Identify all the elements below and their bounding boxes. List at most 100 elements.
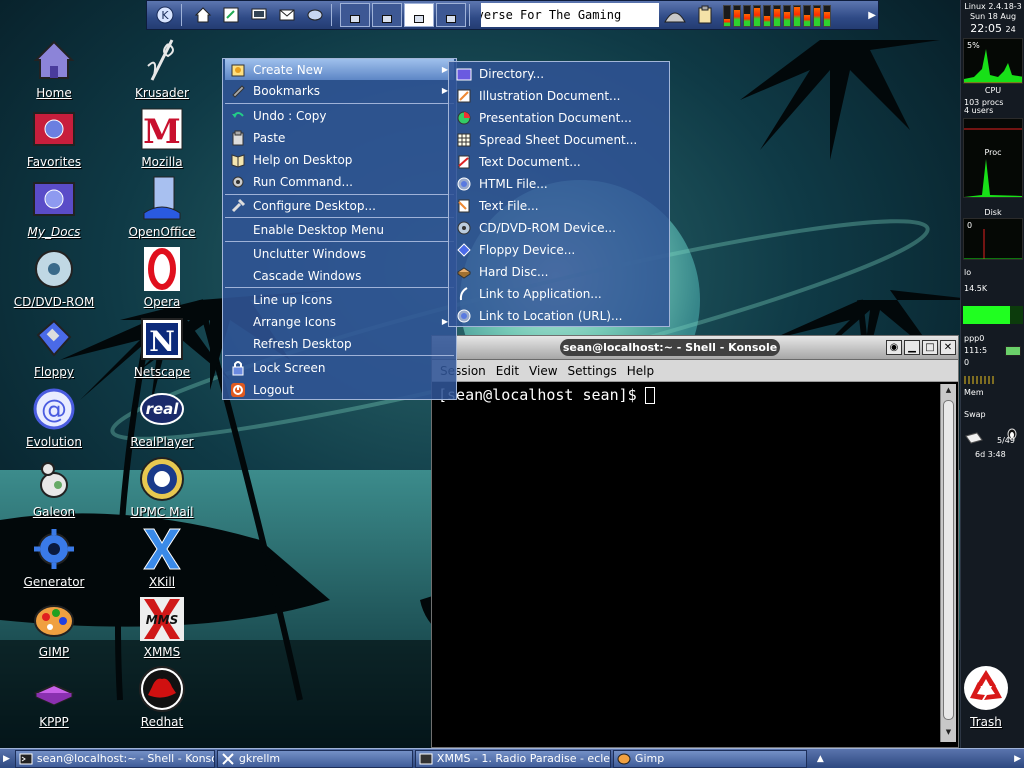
desktop-icon-label: Opera xyxy=(143,295,181,309)
menu-item-undo[interactable]: Undo : Copy xyxy=(225,105,454,126)
task-label: Gimp xyxy=(634,752,665,765)
desktop-icon-galeon[interactable]: Galeon xyxy=(4,455,104,519)
maximize-button[interactable]: □ xyxy=(922,340,938,355)
konsole-titlebar[interactable]: sean@localhost:~ - Shell - Konsole ◉ ▁ □… xyxy=(432,336,958,360)
taskbar-scroll-icon[interactable]: ▶ xyxy=(3,754,10,764)
task-xmms[interactable]: XMMS - 1. Radio Paradise - eclectic xyxy=(414,749,611,768)
desktop-icon-xmms[interactable]: MMS XMMS xyxy=(112,595,212,659)
submenu-item-text-document[interactable]: Text Document... xyxy=(451,151,667,172)
submenu-item-directory[interactable]: Directory... xyxy=(451,63,667,84)
submenu-item-text-file[interactable]: Text File... xyxy=(451,195,667,216)
kde-menu-icon[interactable]: K xyxy=(153,3,177,27)
task-gkrellm[interactable]: gkrellm xyxy=(216,749,413,768)
submenu-item-spreadsheet[interactable]: Spread Sheet Document... xyxy=(451,129,667,150)
desktop-icon-netscape[interactable]: N Netscape xyxy=(112,315,212,379)
home-icon[interactable] xyxy=(191,3,215,27)
desktop-icon-cdrom[interactable]: CD/DVD-ROM xyxy=(4,245,104,309)
submenu-item-floppy-device[interactable]: Floppy Device... xyxy=(451,239,667,260)
submenu-item-presentation[interactable]: Presentation Document... xyxy=(451,107,667,128)
menu-item-create-new[interactable]: Create New ▶ xyxy=(225,59,454,80)
pager-window-thumbnail xyxy=(382,15,392,23)
desktop-icon-evolution[interactable]: @ Evolution xyxy=(4,385,104,449)
submenu-item-illustration[interactable]: Illustration Document... xyxy=(451,85,667,106)
desktop-icon-xkill[interactable]: XKill xyxy=(112,525,212,589)
panel-arrow-icon[interactable] xyxy=(303,3,327,27)
desktop-icon-mozilla[interactable]: M Mozilla xyxy=(112,105,212,169)
desktop-icon[interactable] xyxy=(247,3,271,27)
menu-edit[interactable]: Edit xyxy=(496,364,519,378)
desktop-icon-home[interactable]: Home xyxy=(4,36,104,100)
scroll-up-icon[interactable]: ▲ xyxy=(943,386,954,398)
pager-desktop-3[interactable] xyxy=(404,3,434,27)
pager-desktop-4[interactable] xyxy=(436,3,466,27)
submenu-item-link-to-application[interactable]: Link to Application... xyxy=(451,283,667,304)
menu-help[interactable]: Help xyxy=(627,364,654,378)
menu-item-refresh-desktop[interactable]: Refresh Desktop xyxy=(225,333,454,354)
help-icon xyxy=(229,152,247,168)
menu-item-line-up-icons[interactable]: Line up Icons xyxy=(225,289,454,310)
pager-window-thumbnail xyxy=(446,15,456,23)
menu-item-lock-screen[interactable]: Lock Screen xyxy=(225,357,454,378)
news-ticker[interactable]: Universe For The Gaming xyxy=(481,3,659,27)
disk-graph: 0 xyxy=(963,218,1023,260)
desktop-icon-favorites[interactable]: Favorites xyxy=(4,105,104,169)
desktop-icon-label: Netscape xyxy=(133,365,191,379)
desktop-icon-openoffice[interactable]: OpenOffice xyxy=(112,175,212,239)
paste-icon xyxy=(229,130,247,146)
menu-view[interactable]: View xyxy=(529,364,557,378)
panel-scroll-right-icon[interactable]: ▶ xyxy=(868,10,876,21)
close-button[interactable]: ✕ xyxy=(940,340,956,355)
sticky-icon[interactable]: ◉ xyxy=(886,340,902,355)
minimize-button[interactable]: ▁ xyxy=(904,340,920,355)
terminal-area[interactable]: [sean@localhost sean]$ xyxy=(438,386,938,741)
submenu-item-link-to-location[interactable]: Link to Location (URL)... xyxy=(451,305,667,326)
mail-envelope-icon[interactable] xyxy=(965,432,983,446)
desktop-icon-my-docs[interactable]: My_Docs xyxy=(4,175,104,239)
desktop-icon-redhat[interactable]: Redhat xyxy=(112,665,212,729)
menu-item-label: Lock Screen xyxy=(253,360,326,375)
menu-item-logout[interactable]: Logout xyxy=(225,379,454,400)
menu-item-cascade-windows[interactable]: Cascade Windows xyxy=(225,265,454,286)
klipper-icon[interactable] xyxy=(693,3,717,27)
desktop-icon-realplayer[interactable]: real RealPlayer xyxy=(112,385,212,449)
taskbar-scroll-right-icon[interactable]: ▶ xyxy=(1014,754,1021,764)
menu-item-enable-desktop-menu[interactable]: Enable Desktop Menu xyxy=(225,219,454,240)
taskbar-arrow-up-icon[interactable]: ▲ xyxy=(817,754,824,764)
desktop-icon-krusader[interactable]: Krusader xyxy=(112,36,212,100)
menu-item-paste[interactable]: Paste xyxy=(225,127,454,148)
menu-item-help-on-desktop[interactable]: Help on Desktop xyxy=(225,149,454,170)
pager-desktop-1[interactable] xyxy=(340,3,370,27)
submenu-item-hard-disc[interactable]: Hard Disc... xyxy=(451,261,667,282)
desktop-icon-kppp[interactable]: KPPP xyxy=(4,665,104,729)
menu-settings[interactable]: Settings xyxy=(568,364,617,378)
menu-item-bookmarks[interactable]: Bookmarks ▶ xyxy=(225,80,454,101)
menu-item-arrange-icons[interactable]: Arrange Icons ▶ xyxy=(225,311,454,332)
krusader-icon xyxy=(138,36,186,84)
ppp-status-icon[interactable] xyxy=(1005,346,1021,356)
desktop-icon-upmc-mail[interactable]: UPMC Mail xyxy=(112,455,212,519)
sound-level-bar xyxy=(723,5,731,27)
scroll-down-icon[interactable]: ▼ xyxy=(943,728,954,740)
mail-icon[interactable] xyxy=(275,3,299,27)
my-docs-folder-icon xyxy=(30,175,78,223)
submenu-item-html-file[interactable]: HTML File... xyxy=(451,173,667,194)
desktop-icon-floppy[interactable]: Floppy xyxy=(4,315,104,379)
desktop-icon-gimp[interactable]: GIMP xyxy=(4,595,104,659)
desktop-icon-generator[interactable]: Generator xyxy=(4,525,104,589)
desktop-icon-trash[interactable]: Trash xyxy=(960,664,1012,729)
weather-icon[interactable] xyxy=(661,3,689,27)
run-command-icon xyxy=(229,174,247,190)
desktop-icon-opera[interactable]: Opera xyxy=(112,245,212,309)
menu-item-run-command[interactable]: Run Command... xyxy=(225,171,454,192)
blank-icon xyxy=(229,222,247,238)
submenu-item-cdrom-device[interactable]: CD/DVD-ROM Device... xyxy=(451,217,667,238)
lo-rate: 14.5K xyxy=(964,284,988,293)
scrollbar-thumb[interactable] xyxy=(943,400,954,720)
menu-item-unclutter-windows[interactable]: Unclutter Windows xyxy=(225,243,454,264)
task-gimp[interactable]: Gimp xyxy=(612,749,807,768)
pager-desktop-2[interactable] xyxy=(372,3,402,27)
konqueror-icon[interactable] xyxy=(219,3,243,27)
terminal-scrollbar[interactable]: ▲ ▼ xyxy=(940,384,956,742)
task-konsole[interactable]: sean@localhost:~ - Shell - Konsole xyxy=(14,749,215,768)
menu-item-configure-desktop[interactable]: Configure Desktop... xyxy=(225,195,454,216)
